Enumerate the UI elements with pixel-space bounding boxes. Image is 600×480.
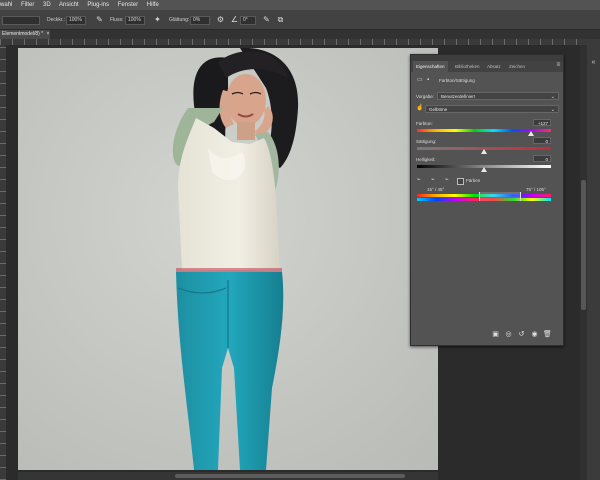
colorize-checkbox[interactable] — [457, 178, 464, 185]
chevron-down-icon: ⌄ — [550, 94, 555, 100]
preset-dropdown[interactable]: Benutzerdefiniert ⌄ — [437, 92, 559, 100]
pressure-size-icon[interactable]: ✎ — [262, 15, 271, 24]
document-tab-label: Elementmodel/8) * — [2, 31, 44, 37]
panel-menu-icon[interactable]: ≡ — [556, 62, 560, 68]
range-left-readout: 15° / 45° — [427, 187, 445, 192]
flow-label: Fluss: — [110, 17, 124, 23]
white-top — [178, 118, 280, 270]
colorize-label: Färben — [466, 178, 481, 183]
adjustment-layer-icon: ▭ — [417, 77, 423, 83]
menu-filter[interactable]: Filter — [21, 2, 34, 8]
preset-label: Vorgabe: — [416, 94, 435, 99]
channel-dropdown[interactable]: Gelbtöne ⌄ — [425, 105, 559, 113]
eyedropper-icon[interactable]: ⌁ — [417, 177, 421, 184]
preset-value: Benutzerdefiniert — [441, 94, 476, 99]
saturation-slider-thumb[interactable] — [481, 149, 487, 154]
close-icon[interactable]: × — [47, 31, 50, 37]
tab-character[interactable]: Zeichen — [509, 61, 525, 72]
view-previous-state-icon[interactable]: ◎ — [504, 330, 513, 339]
tab-libraries[interactable]: Bibliotheken — [455, 61, 480, 72]
saturation-label: Sättigung: — [416, 139, 437, 144]
tab-paragraph[interactable]: Absatz — [487, 61, 501, 72]
document-tab-bar — [0, 30, 600, 39]
lightness-slider-thumb[interactable] — [481, 167, 487, 172]
options-bar: Deckkr.: 100% ✎ Fluss: 100% ✦ Glättung: … — [0, 10, 600, 30]
targeted-adjustment-hand-icon[interactable]: ☝ — [416, 105, 423, 112]
mode-select[interactable] — [2, 16, 40, 25]
face — [226, 74, 266, 126]
document-tab[interactable]: Elementmodel/8) * × — [0, 30, 50, 39]
lightness-value-field[interactable]: 0 — [533, 155, 551, 162]
panel-tabs: Eigenschaften Bibliotheken Absatz Zeiche… — [411, 61, 563, 72]
saturation-value-field[interactable]: 0 — [533, 137, 551, 144]
opacity-label: Deckkr.: — [47, 17, 66, 23]
visibility-icon[interactable]: ◉ — [530, 330, 539, 339]
tab-properties[interactable]: Eigenschaften — [413, 61, 448, 72]
document-canvas[interactable] — [18, 48, 438, 470]
smoothing-label: Glättung: — [169, 17, 190, 23]
angle-field[interactable]: 0° — [240, 16, 256, 25]
eyedropper-plus-icon[interactable]: ⌁ — [431, 177, 435, 184]
menu-select[interactable]: wahl — [0, 2, 12, 8]
eyedropper-minus-icon[interactable]: ⌁ — [445, 177, 449, 184]
smoothing-field[interactable]: 0% — [190, 16, 210, 25]
range-selection[interactable] — [479, 192, 521, 201]
clip-to-layer-icon[interactable]: ▣ — [491, 330, 500, 339]
angle-icon[interactable]: ∠ — [230, 15, 239, 24]
menu-view[interactable]: Ansicht — [59, 2, 79, 8]
symmetry-icon[interactable]: ⧉ — [276, 15, 285, 24]
hue-label: Farbton: — [416, 121, 433, 126]
lightness-label: Helligkeit: — [416, 157, 436, 162]
layer-mask-icon[interactable]: ▪ — [427, 77, 429, 84]
collapse-panels-icon[interactable]: « — [589, 58, 598, 67]
gear-icon[interactable]: ⚙ — [216, 15, 225, 24]
horizontal-scroll-thumb[interactable] — [175, 474, 405, 478]
menu-plugins[interactable]: Plug-ins — [87, 2, 109, 8]
vertical-scroll-thumb[interactable] — [581, 180, 586, 310]
range-right-readout: 75° / 105° — [526, 187, 546, 192]
opacity-field[interactable]: 100% — [66, 16, 86, 25]
adjustment-title: Farbton/Sättigung — [439, 78, 475, 83]
photo-canvas — [18, 48, 438, 470]
pressure-opacity-icon[interactable]: ✎ — [95, 15, 104, 24]
panel-footer: ▣ ◎ ↺ ◉ 🗑 — [411, 325, 563, 345]
reset-icon[interactable]: ↺ — [517, 330, 526, 339]
airbrush-icon[interactable]: ✦ — [153, 15, 162, 24]
channel-value: Gelbtöne — [429, 107, 448, 112]
chevron-down-icon: ⌄ — [550, 107, 555, 113]
menu-window[interactable]: Fenster — [118, 2, 138, 8]
trash-icon[interactable]: 🗑 — [543, 330, 552, 339]
menu-bar: wahl Filter 3D Ansicht Plug-ins Fenster … — [0, 0, 600, 10]
flow-field[interactable]: 100% — [125, 16, 145, 25]
right-panel-dock — [587, 39, 600, 480]
menu-3d[interactable]: 3D — [43, 2, 51, 8]
properties-panel: Eigenschaften Bibliotheken Absatz Zeiche… — [410, 54, 564, 346]
hue-slider-thumb[interactable] — [527, 131, 534, 136]
menu-help[interactable]: Hilfe — [147, 2, 159, 8]
neck — [237, 122, 255, 140]
hue-value-field[interactable]: +127 — [533, 119, 551, 126]
